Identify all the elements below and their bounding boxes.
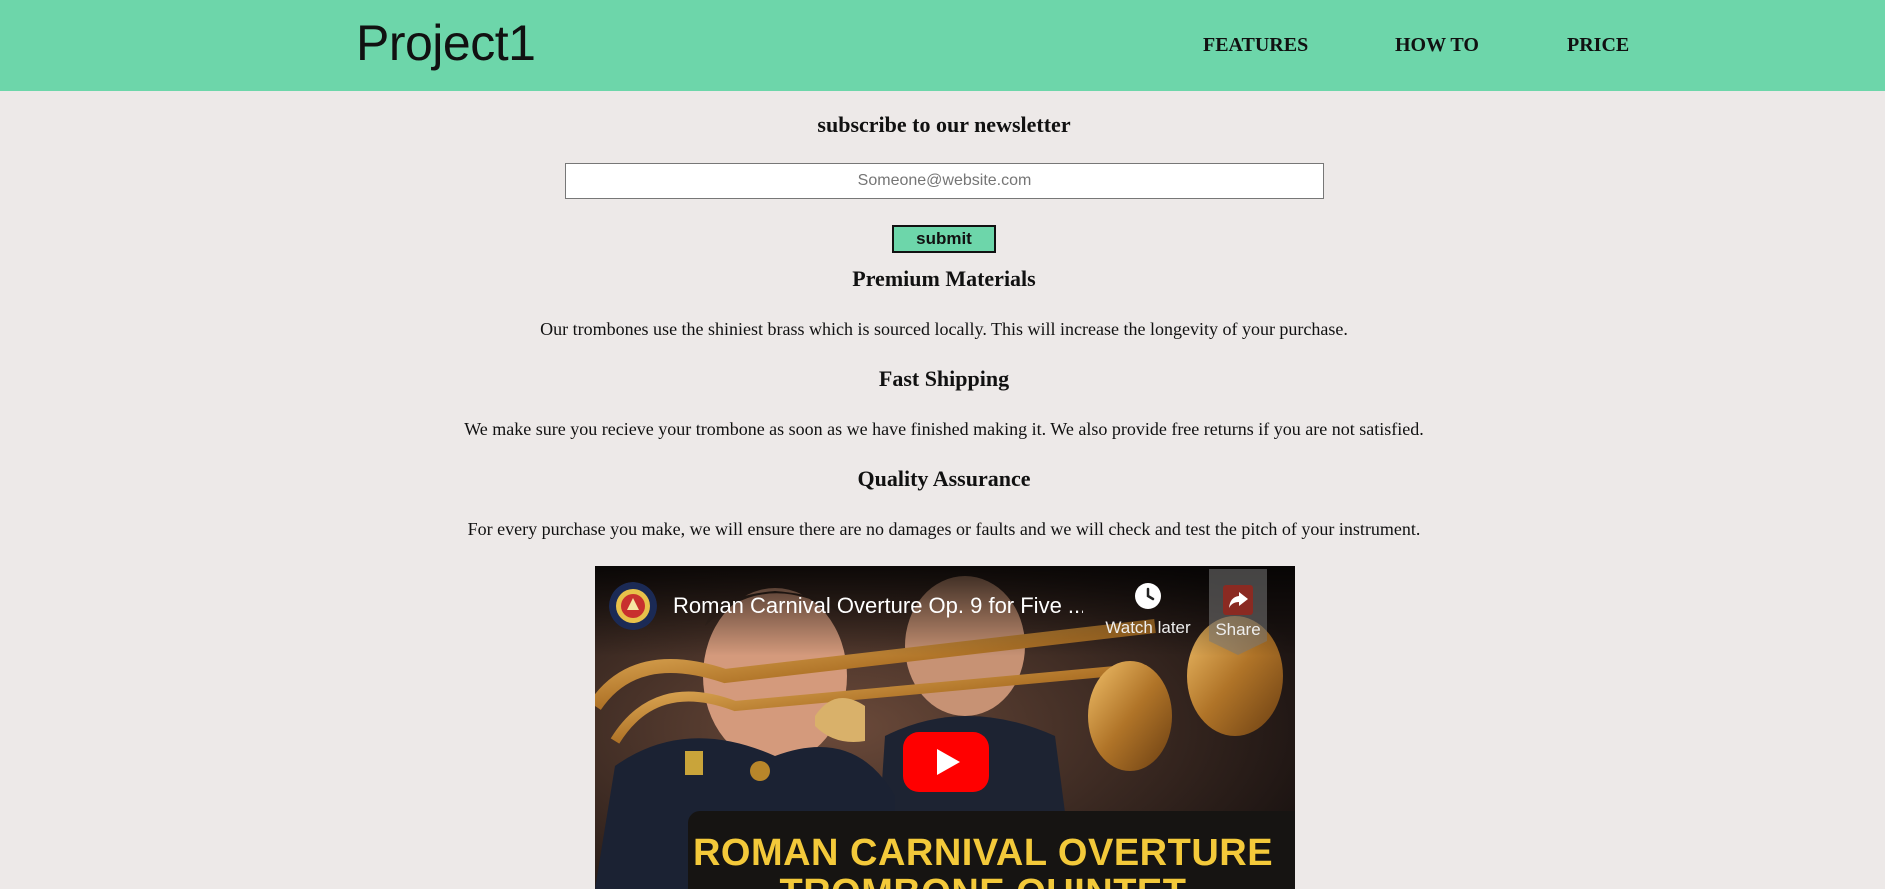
banner-line-2: TROMBONE QUINTET [688,873,1278,889]
video-title-banner: ROMAN CARNIVAL OVERTURE TROMBONE QUINTET [688,811,1295,889]
nav-link-features[interactable]: FEATURES [1203,33,1308,57]
newsletter-title: subscribe to our newsletter [817,112,1071,137]
feature-text-fast-shipping: We make sure you recieve your trombone a… [464,419,1424,439]
channel-avatar[interactable] [609,582,657,630]
email-input[interactable] [565,163,1324,199]
feature-text-premium-materials: Our trombones use the shiniest brass whi… [540,319,1348,339]
submit-button[interactable]: submit [892,225,996,253]
share-label: Share [1215,620,1261,639]
banner-line-1: ROMAN CARNIVAL OVERTURE [692,832,1274,874]
share-button[interactable]: Share [1209,569,1267,655]
site-logo[interactable]: Project1 [356,14,536,72]
video-title[interactable]: Roman Carnival Overture Op. 9 for Five .… [673,592,1083,620]
video-player[interactable]: Roman Carnival Overture Op. 9 for Five .… [595,566,1295,889]
feature-text-quality-assurance: For every purchase you make, we will ens… [467,519,1421,539]
play-icon[interactable] [903,732,989,792]
watch-later-label: Watch later [1105,618,1191,637]
nav-link-how-to[interactable]: HOW TO [1395,33,1479,57]
feature-heading-quality-assurance: Quality Assurance [857,466,1031,491]
share-icon [1223,585,1253,615]
feature-heading-fast-shipping: Fast Shipping [878,366,1010,391]
site-header: Project1 FEATURES HOW TO PRICE [0,0,1885,91]
clock-icon [1135,583,1161,609]
feature-heading-premium-materials: Premium Materials [852,266,1036,291]
nav-link-price[interactable]: PRICE [1567,33,1629,57]
watch-later-button[interactable]: Watch later [1093,582,1203,652]
